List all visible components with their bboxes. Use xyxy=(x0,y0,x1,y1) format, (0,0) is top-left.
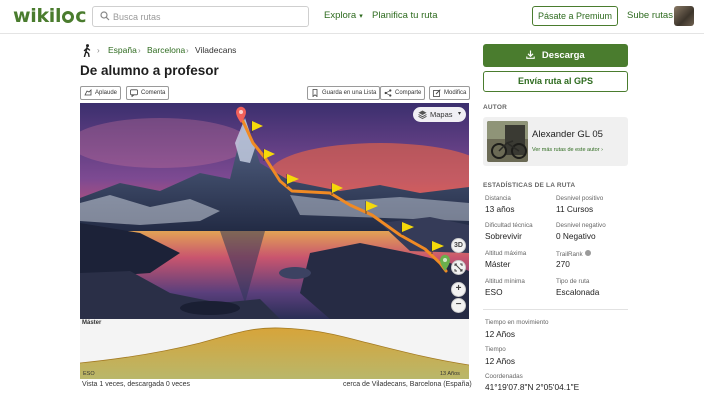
author-card[interactable]: Alexander GL 05 Ver más rutas de este au… xyxy=(483,117,628,166)
elevation-profile[interactable]: Máster ESO 13 Años xyxy=(80,319,469,379)
chevron-down-icon: ▾ xyxy=(457,111,461,117)
stat-label: Altitud máxima xyxy=(485,250,527,257)
layers-icon xyxy=(418,110,427,119)
download-button[interactable]: Descarga xyxy=(483,44,628,67)
breadcrumb-espana[interactable]: España xyxy=(108,45,137,55)
stat-label: Desnivel negativo xyxy=(556,222,606,229)
author-photo[interactable] xyxy=(487,121,528,162)
stat-label: Desnivel positivo xyxy=(556,195,604,202)
chevron-down-icon: ▾ xyxy=(359,13,363,20)
stat-label: Dificultad técnica xyxy=(485,222,533,229)
route-map[interactable]: Mapas ▾ 3D + − xyxy=(80,103,469,319)
modificar-label: Modifica xyxy=(444,90,467,96)
location-text: cerca de Viladecans, Barcelona (España) xyxy=(343,381,472,388)
nav-explora-label: Explora xyxy=(324,10,357,21)
guardar-label: Guarda en una Lista xyxy=(322,90,377,96)
breadcrumb-sep-icon: › xyxy=(186,46,189,55)
search-icon xyxy=(100,11,110,21)
fullscreen-button[interactable] xyxy=(451,260,466,275)
stat-label: Tiempo en movimiento xyxy=(485,319,549,326)
guardar-button[interactable]: Guarda en una Lista xyxy=(307,86,381,100)
clap-icon xyxy=(84,89,92,96)
download-label: Descarga xyxy=(541,50,585,61)
aplaude-button[interactable]: Aplaude xyxy=(80,86,122,100)
stat-label: TrailRank xyxy=(556,251,583,258)
comenta-label: Comenta xyxy=(141,90,166,96)
breadcrumb-sep-icon: › xyxy=(138,46,141,55)
stat-value: 12 Años xyxy=(485,329,515,339)
hiker-icon xyxy=(83,44,91,57)
map-layers-label: Mapas xyxy=(430,110,453,119)
stat-value: 0 Negativo xyxy=(556,231,596,241)
divider xyxy=(483,309,628,310)
download-icon xyxy=(526,50,536,59)
send-to-gps-button[interactable]: Envía ruta al GPS xyxy=(483,71,628,92)
zoom-in-button[interactable]: + xyxy=(451,282,466,297)
stat-value: 270 xyxy=(556,259,570,269)
coordinates-value: 41°19'07.8"N 2°05'04.1"E xyxy=(485,382,580,392)
stat-value: 11 Cursos xyxy=(556,204,594,214)
stat-value: Máster xyxy=(485,259,511,269)
nav-planifica[interactable]: Planifica tu ruta xyxy=(372,10,437,21)
breadcrumb-barcelona[interactable]: Barcelona xyxy=(147,45,185,55)
fullscreen-icon xyxy=(454,263,463,272)
share-icon xyxy=(384,89,392,97)
stat-value: Escalonada xyxy=(556,287,600,297)
stat-value: ESO xyxy=(485,287,503,297)
info-icon[interactable] xyxy=(584,250,591,256)
elevation-chart xyxy=(80,327,469,379)
nav-sube-rutas[interactable]: Sube rutas xyxy=(627,10,673,21)
map-3d-button[interactable]: 3D xyxy=(451,238,466,253)
comenta-button[interactable]: Comenta xyxy=(126,86,170,100)
compartir-label: Comparte xyxy=(395,90,422,96)
search-input[interactable] xyxy=(113,9,303,24)
nav-explora[interactable]: Explora ▾ xyxy=(324,10,363,21)
stat-value: 12 Años xyxy=(485,356,515,366)
map-background-photo xyxy=(80,103,469,319)
elevation-end-label: 13 Años xyxy=(440,371,460,377)
modificar-button[interactable]: Modifica xyxy=(429,86,471,100)
map-layers-button[interactable]: Mapas ▾ xyxy=(413,107,466,122)
elevation-start-label: ESO xyxy=(83,371,95,377)
author-name[interactable]: Alexander GL 05 xyxy=(532,129,603,140)
stats-heading: ESTADÍSTICAS DE LA RUTA xyxy=(483,182,576,189)
stat-label: Coordenadas xyxy=(485,373,523,380)
user-avatar[interactable] xyxy=(674,6,694,26)
stat-label: Tipo de ruta xyxy=(556,278,590,285)
top-navbar: wikilc Explora▾ Planifica tu ruta Pásate… xyxy=(0,0,704,34)
breadcrumb-viladecans: Viladecans xyxy=(195,45,237,55)
page-title: De alumno a profesor xyxy=(80,63,219,78)
search-box[interactable] xyxy=(92,6,309,27)
author-heading: AUTOR xyxy=(483,104,507,111)
compartir-button[interactable]: Comparte xyxy=(380,86,426,100)
bookmark-icon xyxy=(312,89,318,97)
stat-label: Distancia xyxy=(485,195,511,202)
breadcrumb-sep-icon: › xyxy=(97,46,100,55)
stat-value: Sobrevivir xyxy=(485,231,522,241)
stat-value: 13 años xyxy=(485,204,515,214)
views-downloads-text: Vista 1 veces, descargada 0 veces xyxy=(82,381,191,388)
premium-button[interactable]: Pásate a Premium xyxy=(532,6,618,26)
elevation-max-label: Máster xyxy=(82,320,102,326)
aplaude-label: Aplaude xyxy=(95,90,118,96)
stat-label: Altitud mínima xyxy=(485,278,525,285)
comment-icon xyxy=(130,89,138,97)
wikiloc-logo[interactable]: wikil c xyxy=(13,5,87,27)
zoom-out-button[interactable]: − xyxy=(451,298,466,313)
edit-icon xyxy=(433,89,441,97)
stat-label: Tiempo xyxy=(485,346,506,353)
trailrank-label-wrap: TrailRank xyxy=(556,250,591,258)
author-more-routes-link[interactable]: Ver más rutas de este autor › xyxy=(532,147,603,153)
